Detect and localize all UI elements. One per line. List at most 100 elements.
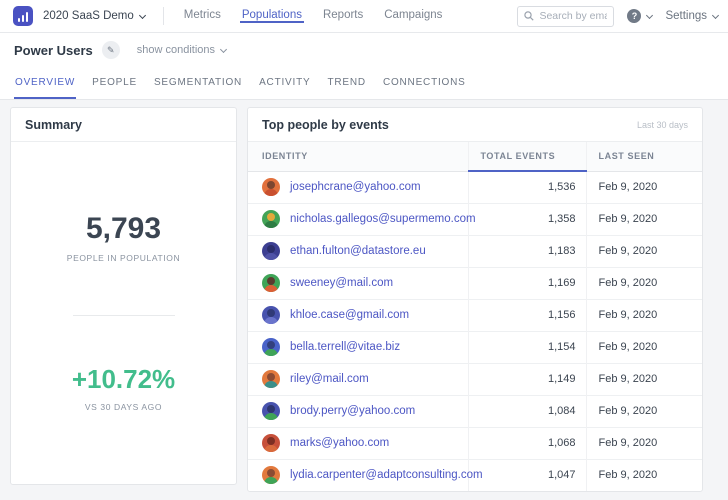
tab-people[interactable]: PEOPLE [91,67,138,99]
chevron-down-icon [646,11,653,18]
settings-menu[interactable]: Settings [665,10,718,22]
tab-trend[interactable]: TREND [326,67,366,99]
top-people-table: IDENTITY TOTAL EVENTS LAST SEEN josephcr… [248,142,702,491]
last-seen-cell: Feb 9, 2020 [586,203,702,235]
table-row: ethan.fulton@datastore.eu 1,183Feb 9, 202… [248,235,702,267]
show-conditions-label: show conditions [137,44,215,56]
table-row: bella.terrell@vitae.biz 1,154Feb 9, 2020 [248,331,702,363]
total-events-cell: 1,084 [468,395,586,427]
identity-cell: riley@mail.com [248,363,468,395]
nav-item-reports[interactable]: Reports [321,9,365,23]
table-row: nicholas.gallegos@supermemo.com1,358Feb … [248,203,702,235]
settings-label: Settings [665,10,707,22]
chevron-down-icon [220,45,227,52]
search-icon [524,11,534,21]
user-avatar [262,210,280,228]
top-people-card: Top people by events Last 30 days IDENTI… [247,107,703,492]
top-nav-left: 2020 SaaS Demo Metrics Populations Reports… [10,0,444,32]
show-conditions-toggle[interactable]: show conditions [137,44,226,56]
identity-link[interactable]: nicholas.gallegos@supermemo.com [290,213,476,225]
identity-link[interactable]: bella.terrell@vitae.biz [290,341,400,353]
chevron-down-icon [139,11,146,18]
tab-overview[interactable]: OVERVIEW [14,67,76,99]
divider [73,315,175,316]
tab-activity[interactable]: ACTIVITY [258,67,311,99]
top-people-title: Top people by events [262,118,389,132]
population-tabs: OVERVIEW PEOPLE SEGMENTATION ACTIVITY TREND C… [0,67,728,100]
last-seen-cell: Feb 9, 2020 [586,459,702,491]
nav-item-campaigns[interactable]: Campaigns [382,9,444,23]
user-avatar [262,178,280,196]
total-events-cell: 1,068 [468,427,586,459]
identity-cell: ethan.fulton@datastore.eu [248,235,468,267]
page: 2020 SaaS Demo Metrics Populations Reports… [0,0,728,500]
identity-cell: brody.perry@yahoo.com [248,395,468,427]
column-header-last-seen[interactable]: LAST SEEN [586,142,702,171]
last-seen-cell: Feb 9, 2020 [586,171,702,203]
population-title: Power Users [14,43,93,58]
user-avatar [262,306,280,324]
last-seen-cell: Feb 9, 2020 [586,331,702,363]
identity-link[interactable]: khloe.case@gmail.com [290,309,409,321]
identity-link[interactable]: riley@mail.com [290,373,369,385]
help-icon: ? [627,9,641,23]
total-events-cell: 1,156 [468,299,586,331]
user-avatar [262,370,280,388]
total-events-cell: 1,536 [468,171,586,203]
table-row: marks@yahoo.com 1,068Feb 9, 2020 [248,427,702,459]
total-events-cell: 1,154 [468,331,586,363]
tab-segmentation[interactable]: SEGMENTATION [153,67,243,99]
identity-cell: khloe.case@gmail.com [248,299,468,331]
identity-link[interactable]: sweeney@mail.com [290,277,393,289]
search-box[interactable] [517,6,614,27]
column-header-identity[interactable]: IDENTITY [248,142,468,171]
top-people-card-header: Top people by events Last 30 days [248,108,702,142]
identity-link[interactable]: josephcrane@yahoo.com [290,181,421,193]
total-events-cell: 1,183 [468,235,586,267]
divider [163,7,164,25]
tab-connections[interactable]: CONNECTIONS [382,67,467,99]
table-row: riley@mail.com1,149Feb 9, 2020 [248,363,702,395]
population-header-bar: Power Users ✎ show conditions [0,33,728,67]
last-seen-cell: Feb 9, 2020 [586,427,702,459]
user-avatar [262,338,280,356]
identity-link[interactable]: brody.perry@yahoo.com [290,405,415,417]
last-seen-cell: Feb 9, 2020 [586,235,702,267]
table-row: brody.perry@yahoo.com1,084Feb 9, 2020 [248,395,702,427]
user-avatar [262,274,280,292]
total-events-cell: 1,358 [468,203,586,235]
user-avatar [262,242,280,260]
identity-cell: bella.terrell@vitae.biz [248,331,468,363]
population-count: 5,793 [86,212,161,246]
identity-link[interactable]: ethan.fulton@datastore.eu [290,245,426,257]
identity-cell: lydia.carpenter@adaptconsulting.com [248,459,468,491]
identity-link[interactable]: lydia.carpenter@adaptconsulting.com [290,469,483,481]
summary-body: 5,793 PEOPLE IN POPULATION +10.72% VS 30… [11,142,236,484]
edit-population-button[interactable]: ✎ [102,41,120,59]
summary-title: Summary [25,118,82,132]
summary-card-header: Summary [11,108,236,142]
search-input[interactable] [539,10,607,22]
app-logo-icon[interactable] [13,6,33,26]
workspace-selector[interactable]: 2020 SaaS Demo [43,10,145,22]
date-range-label: Last 30 days [637,120,688,130]
last-seen-cell: Feb 9, 2020 [586,363,702,395]
chevron-down-icon [712,11,719,18]
summary-card: Summary 5,793 PEOPLE IN POPULATION +10.7… [10,107,237,485]
nav-item-populations[interactable]: Populations [240,9,304,23]
main-content: Summary 5,793 PEOPLE IN POPULATION +10.7… [0,100,728,492]
identity-cell: sweeney@mail.com [248,267,468,299]
top-nav-right: ? Settings [517,0,718,32]
table-row: lydia.carpenter@adaptconsulting.com1,047… [248,459,702,491]
identity-link[interactable]: marks@yahoo.com [290,437,389,449]
column-header-total-events[interactable]: TOTAL EVENTS [468,142,586,171]
last-seen-cell: Feb 9, 2020 [586,267,702,299]
table-header: IDENTITY TOTAL EVENTS LAST SEEN [248,142,702,171]
top-nav: 2020 SaaS Demo Metrics Populations Reports… [0,0,728,33]
help-menu[interactable]: ? [627,9,652,23]
nav-item-metrics[interactable]: Metrics [182,9,223,23]
top-people-table-body: josephcrane@yahoo.com1,536Feb 9, 2020nic… [248,171,702,491]
last-seen-cell: Feb 9, 2020 [586,299,702,331]
workspace-label: 2020 SaaS Demo [43,10,134,22]
user-avatar [262,402,280,420]
